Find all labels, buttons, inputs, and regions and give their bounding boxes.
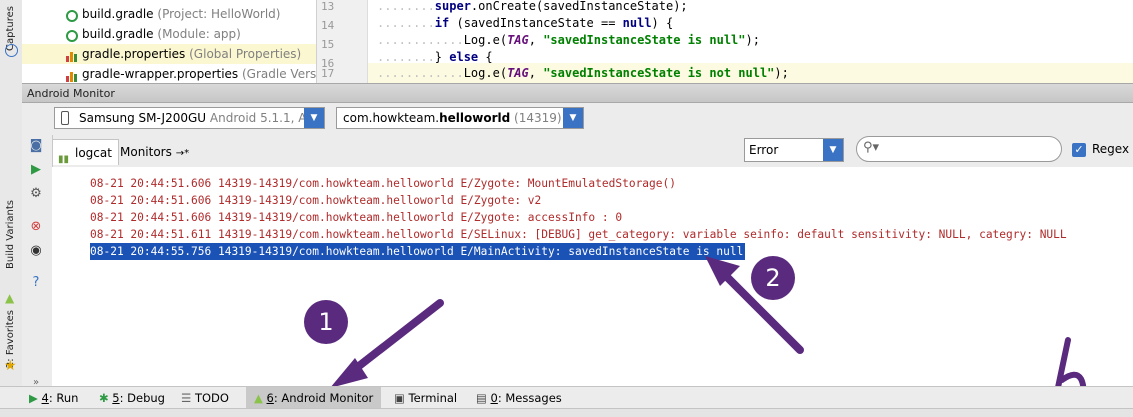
android-monitor-tool-button[interactable]: ▲ 6: Android Monitor [246, 387, 382, 409]
android-icon: ▲ [254, 391, 263, 405]
mnemonic: 5 [112, 391, 120, 405]
annotation-badge-1: 1 [304, 300, 348, 344]
todo-tool-button[interactable]: ☰ TODO [181, 387, 229, 409]
mnemonic: 0 [490, 391, 498, 405]
bottom-tool-window-bar: ▶ 4: Run ✱ 5: Debug ☰ TODO ▲ 6: Android … [0, 386, 1133, 409]
messages-tool-button[interactable]: ▤ 0: Messages [476, 387, 562, 409]
tool-label: : Messages [497, 391, 562, 405]
messages-icon: ▤ [476, 391, 487, 405]
tool-label: : Android Monitor [273, 391, 374, 405]
tool-label: TODO [194, 391, 229, 405]
terminal-tool-button[interactable]: ▣ Terminal [394, 387, 457, 409]
tool-label: : Debug [119, 391, 165, 405]
debug-icon: ✱ [99, 391, 109, 405]
mnemonic: 6 [266, 391, 274, 405]
tool-label: : Run [48, 391, 79, 405]
terminal-icon: ▣ [394, 391, 405, 405]
debug-tool-button[interactable]: ✱ 5: Debug [99, 387, 165, 409]
todo-icon: ☰ [181, 391, 192, 405]
mnemonic: 4 [41, 391, 49, 405]
annotation-overlay [330, 256, 1087, 416]
run-icon: ▶ [29, 391, 38, 405]
annotation-badge-2: 2 [751, 256, 795, 300]
run-tool-button[interactable]: ▶ 4: Run [29, 387, 78, 409]
tool-label: Terminal [408, 391, 458, 405]
